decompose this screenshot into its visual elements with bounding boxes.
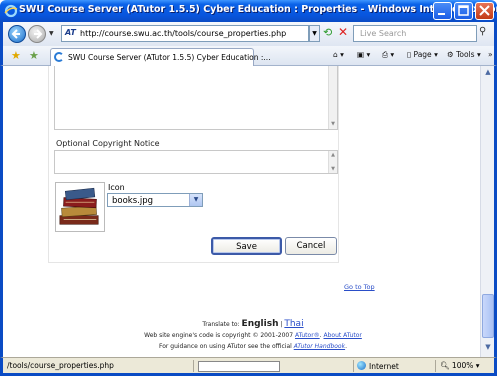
chevron-down-icon[interactable]: ▼ — [189, 194, 202, 206]
status-divider — [353, 360, 354, 372]
status-progress-field — [198, 361, 280, 372]
ie-logo-icon — [4, 4, 18, 18]
scrollbar-thumb[interactable] — [482, 294, 494, 338]
copyright-line: Web site engine's code is copyright © 20… — [144, 332, 362, 339]
about-atutor-link[interactable]: About ATutor — [324, 332, 362, 339]
close-button[interactable] — [475, 2, 494, 20]
search-input[interactable]: Live Search — [353, 25, 477, 42]
description-textarea[interactable]: ▼ — [54, 66, 338, 130]
copyright-label: Optional Copyright Notice — [56, 139, 160, 148]
textarea-scrollbar[interactable]: ▲ ▼ — [328, 151, 337, 173]
icon-label: Icon — [108, 183, 125, 192]
address-url[interactable]: http://course.swu.ac.th/tools/course_pro… — [80, 29, 286, 38]
scroll-up-icon[interactable]: ▲ — [329, 152, 337, 158]
current-language: English — [241, 319, 279, 329]
refresh-icon[interactable]: ⟲ — [323, 26, 332, 39]
tab-current[interactable]: SWU Course Server (ATutor 1.5.5) Cyber E… — [50, 48, 271, 66]
status-text: /tools/course_properties.php — [7, 361, 114, 370]
page-menu[interactable]: ▯ Page ▾ — [407, 50, 438, 59]
guidance-text: For guidance on using ATutor see the off… — [159, 343, 292, 350]
favorites-star-icon[interactable]: ★ — [11, 49, 21, 62]
zoom-level: 100% — [451, 361, 474, 370]
stop-icon[interactable]: ✕ — [338, 25, 348, 39]
handbook-link[interactable]: ATutor Handbook — [294, 343, 345, 350]
page-footer: Translate to: English | Thai Web site en… — [103, 319, 403, 352]
address-bar[interactable]: AT http://course.swu.ac.th/tools/course_… — [61, 25, 309, 42]
maximize-button[interactable] — [454, 2, 473, 20]
search-icon[interactable]: ⚲ — [479, 26, 486, 37]
zoom-control[interactable]: 🔍︎ 100% ▾ — [440, 361, 480, 370]
zoom-icon: 🔍︎ — [440, 361, 450, 370]
copyright-text: Web site engine's code is copyright © 20… — [144, 332, 294, 339]
thai-language-link[interactable]: Thai — [284, 319, 303, 329]
internet-globe-icon — [357, 361, 366, 370]
feeds-icon[interactable]: ▣ ▾ — [357, 50, 370, 59]
save-button[interactable]: Save — [211, 237, 282, 255]
chevron-right-icon[interactable]: » — [488, 50, 493, 59]
status-divider — [435, 360, 436, 372]
page-viewport: ▼ Optional Copyright Notice ▲ ▼ Icon boo… — [0, 66, 497, 357]
search-placeholder: Live Search — [360, 29, 407, 38]
tab-label: SWU Course Server (ATutor 1.5.5) Cyber E… — [68, 53, 271, 62]
back-button[interactable] — [8, 25, 26, 43]
status-bar: /tools/course_properties.php Internet 🔍︎… — [0, 357, 497, 376]
security-zone[interactable]: Internet — [357, 361, 399, 371]
icon-select-value: books.jpg — [112, 196, 154, 206]
page-scrollbar[interactable]: ▲ ▼ — [480, 66, 494, 357]
translate-line: Translate to: English | Thai — [103, 319, 403, 330]
minimize-button[interactable] — [433, 2, 452, 20]
translate-prefix: Translate to: — [202, 321, 240, 328]
forward-arrow-icon — [34, 29, 43, 39]
copyright-textarea[interactable]: ▲ ▼ — [54, 150, 338, 174]
go-to-top-link[interactable]: Go to Top — [344, 283, 375, 291]
window-title: SWU Course Server (ATutor 1.5.5) Cyber E… — [19, 4, 497, 15]
cancel-button[interactable]: Cancel — [285, 237, 337, 255]
tools-menu[interactable]: ⚙ Tools ▾ — [447, 50, 481, 59]
forward-button[interactable] — [28, 25, 46, 43]
page-menu-label: Page — [413, 50, 432, 59]
print-icon[interactable]: ⎙ ▾ — [382, 50, 394, 60]
course-icon-preview — [55, 182, 105, 232]
maximize-icon — [458, 5, 469, 16]
add-favorites-icon[interactable]: ★ — [29, 49, 39, 62]
scroll-up-icon[interactable]: ▲ — [483, 68, 493, 80]
tab-bar: ★ ★ SWU Course Server (ATutor 1.5.5) Cyb… — [0, 46, 497, 66]
scroll-down-icon[interactable]: ▼ — [329, 121, 337, 127]
icon-select[interactable]: books.jpg ▼ — [107, 193, 203, 207]
security-zone-label: Internet — [369, 362, 399, 371]
textarea-scrollbar[interactable]: ▼ — [328, 66, 337, 129]
scroll-down-icon[interactable]: ▼ — [329, 166, 337, 172]
status-divider — [193, 360, 194, 372]
tools-menu-label: Tools — [456, 50, 475, 59]
home-icon[interactable]: ⌂ ▾ — [333, 50, 344, 59]
close-icon — [479, 5, 490, 16]
atutor-link[interactable]: ATutor® — [295, 332, 320, 339]
scroll-down-icon[interactable]: ▼ — [483, 343, 493, 355]
guidance-line: For guidance on using ATutor see the off… — [159, 343, 347, 350]
recent-pages-dropdown[interactable]: ▼ — [49, 30, 54, 37]
address-dropdown[interactable]: ▼ — [309, 25, 320, 42]
minimize-icon — [438, 13, 445, 15]
navigation-toolbar: ▼ AT http://course.swu.ac.th/tools/cours… — [0, 22, 497, 46]
site-favicon-icon: AT — [65, 28, 76, 37]
loading-icon — [54, 52, 64, 62]
language-separator: | — [280, 321, 283, 328]
back-arrow-icon — [11, 29, 20, 39]
title-bar: SWU Course Server (ATutor 1.5.5) Cyber E… — [0, 0, 497, 22]
